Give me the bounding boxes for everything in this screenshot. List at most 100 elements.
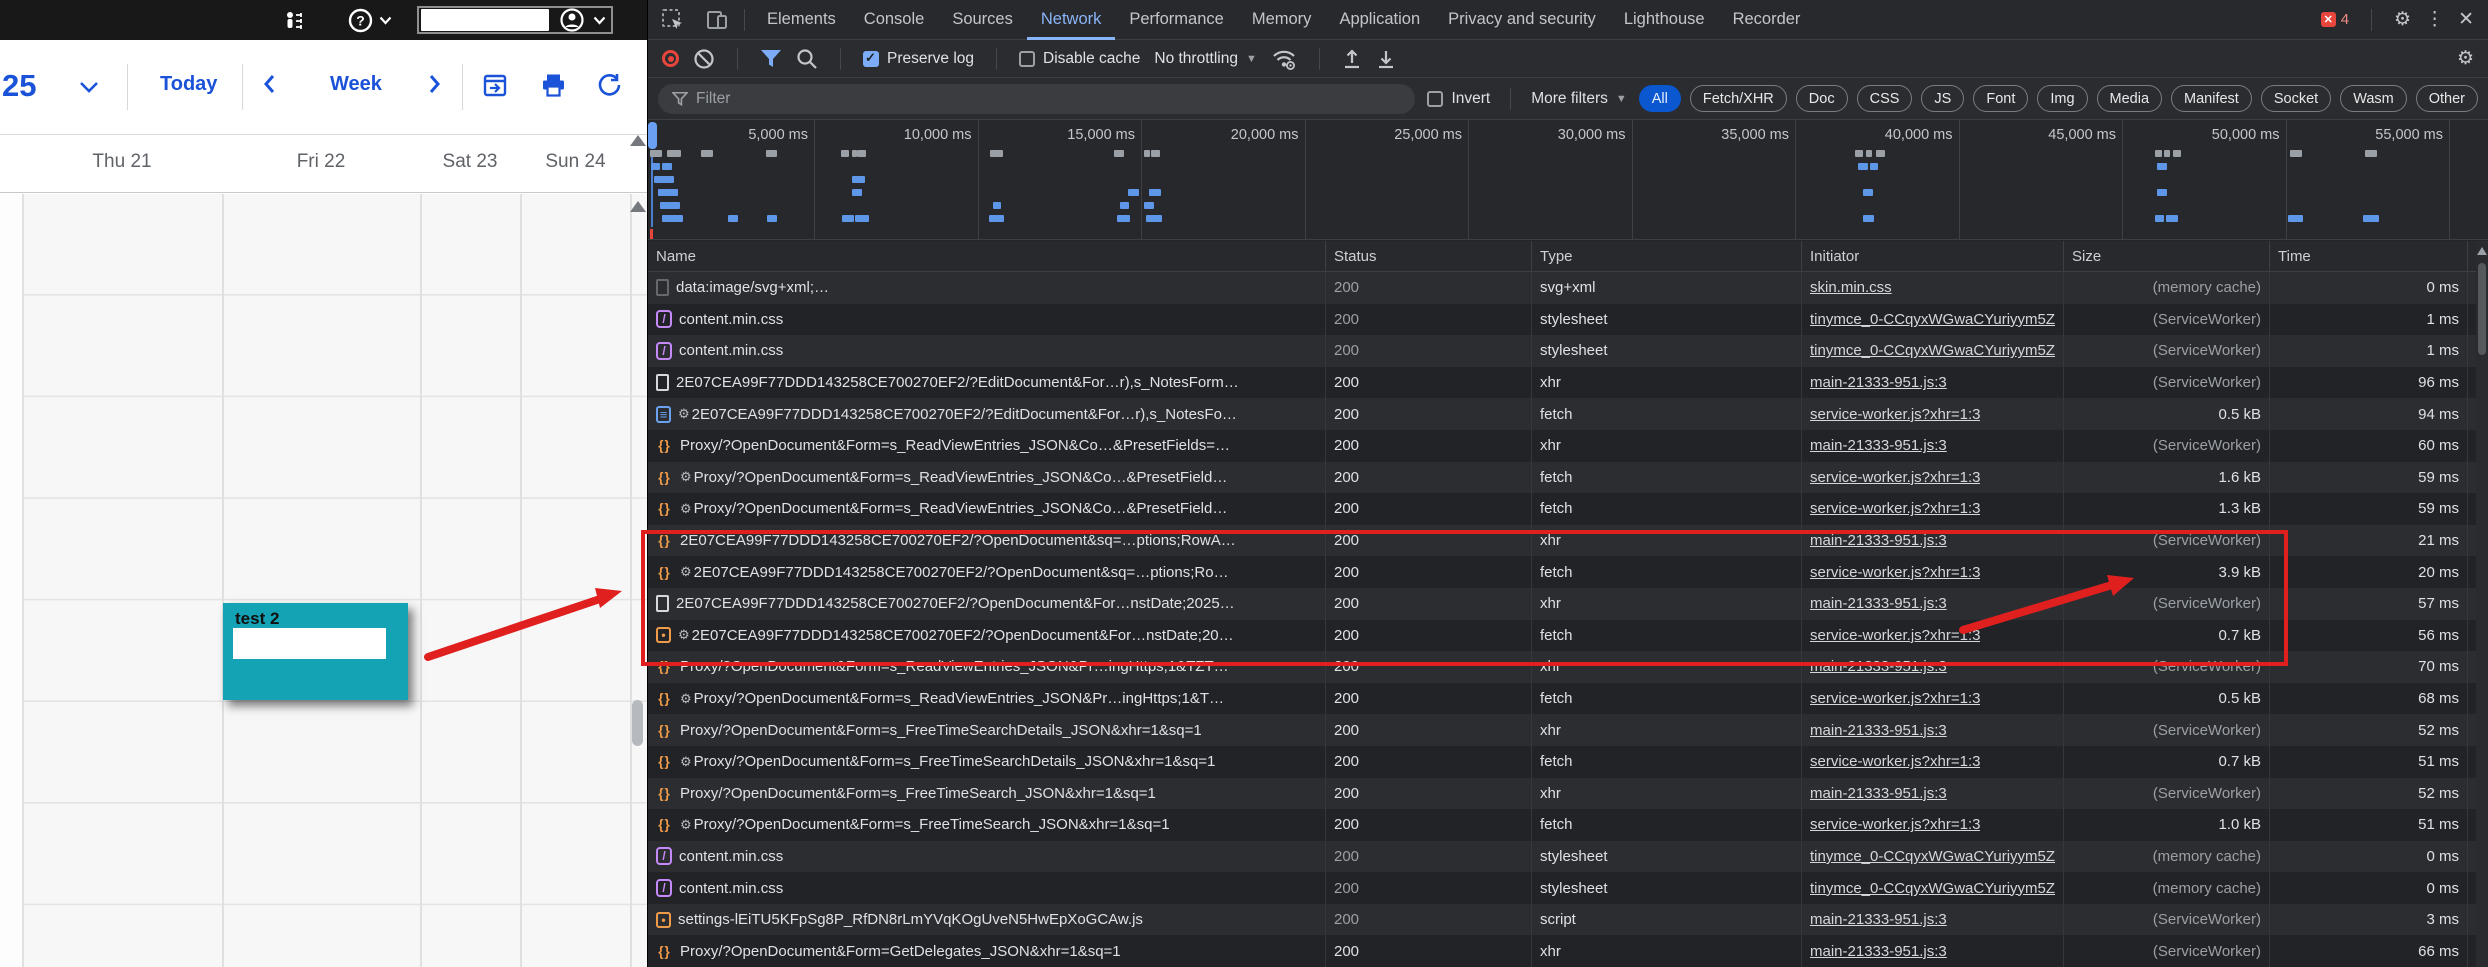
filter-icon[interactable]: [760, 49, 782, 69]
table-row[interactable]: ⚙Proxy/?OpenDocument&Form=s_FreeTimeSear…: [648, 714, 2488, 746]
initiator-link[interactable]: skin.min.css: [1810, 279, 1892, 296]
table-row[interactable]: ⚙Proxy/?OpenDocument&Form=s_FreeTimeSear…: [648, 777, 2488, 810]
table-row[interactable]: ⚙content.min.css 200 stylesheet tinymce_…: [648, 872, 2488, 904]
initiator-link[interactable]: main-21333-951.js:3: [1810, 658, 1947, 675]
initiator-link[interactable]: service-worker.js?xhr=1:3: [1810, 627, 1980, 644]
initiator-link[interactable]: service-worker.js?xhr=1:3: [1810, 690, 1980, 707]
initiator-link[interactable]: tinymce_0-CCqyxWGwaCYuriyym5ZdZi0G: [1810, 342, 2055, 359]
devtools-tab[interactable]: Privacy and security: [1434, 0, 1610, 40]
help-menu[interactable]: ?: [348, 8, 392, 33]
calendar-scroll-up-arrow[interactable]: [630, 135, 646, 146]
account-widget[interactable]: [417, 6, 613, 34]
filter-chip[interactable]: Fetch/XHR: [1689, 85, 1787, 112]
table-scrollbar[interactable]: [2476, 241, 2488, 967]
devtools-tab[interactable]: Lighthouse: [1610, 0, 1719, 40]
disable-cache-checkbox[interactable]: Disable cache: [1019, 50, 1140, 68]
year-label[interactable]: 25: [2, 68, 36, 104]
calendar-scroll-up-arrow[interactable]: [630, 201, 646, 212]
inspect-element-icon[interactable]: [660, 7, 686, 33]
filter-chip[interactable]: Img: [2037, 85, 2088, 112]
refresh-icon[interactable]: [596, 72, 623, 99]
invert-checkbox[interactable]: Invert: [1427, 90, 1490, 108]
export-har-icon[interactable]: [1376, 48, 1396, 70]
more-filters-dropdown[interactable]: More filters ▼: [1531, 90, 1627, 108]
column-header[interactable]: Status: [1326, 241, 1532, 271]
device-toolbar-icon[interactable]: [704, 7, 730, 33]
initiator-link[interactable]: main-21333-951.js:3: [1810, 943, 1947, 960]
filter-chip[interactable]: CSS: [1856, 85, 1913, 112]
initiator-link[interactable]: service-worker.js?xhr=1:3: [1810, 753, 1980, 770]
event-title-input[interactable]: [233, 628, 386, 659]
table-row[interactable]: ⚙2E07CEA99F77DDD143258CE700270EF2/?OpenD…: [648, 587, 2488, 620]
initiator-link[interactable]: main-21333-951.js:3: [1810, 911, 1947, 928]
table-row[interactable]: ⚙2E07CEA99F77DDD143258CE700270EF2/?OpenD…: [648, 619, 2488, 652]
overview-selection-handle[interactable]: [648, 122, 657, 149]
org-chart-icon[interactable]: [283, 9, 307, 33]
devtools-tab[interactable]: Network: [1027, 0, 1116, 40]
table-row[interactable]: ⚙Proxy/?OpenDocument&Form=GetDelegates_J…: [648, 935, 2488, 967]
filter-chip[interactable]: All: [1638, 85, 1681, 112]
initiator-link[interactable]: main-21333-951.js:3: [1810, 532, 1947, 549]
initiator-link[interactable]: tinymce_0-CCqyxWGwaCYuriyym5ZdZi0G: [1810, 311, 2055, 328]
initiator-link[interactable]: service-worker.js?xhr=1:3: [1810, 406, 1980, 423]
table-row[interactable]: ⚙Proxy/?OpenDocument&Form=s_FreeTimeSear…: [648, 809, 2488, 841]
column-header[interactable]: Time: [2270, 241, 2468, 271]
table-row[interactable]: ⚙Proxy/?OpenDocument&Form=s_ReadViewEntr…: [648, 682, 2488, 715]
filter-input[interactable]: Filter: [658, 83, 1416, 114]
scrollbar-thumb[interactable]: [2478, 263, 2486, 355]
settings-gear-icon[interactable]: ⚙: [2394, 8, 2411, 31]
table-row[interactable]: ⚙2E07CEA99F77DDD143258CE700270EF2/?OpenD…: [648, 524, 2488, 557]
column-header[interactable]: Name: [648, 241, 1326, 271]
view-selector[interactable]: Week: [330, 73, 382, 96]
column-header[interactable]: Type: [1532, 241, 1802, 271]
calendar-scrollbar-thumb[interactable]: [632, 700, 643, 746]
today-button[interactable]: Today: [160, 73, 217, 96]
table-row[interactable]: ⚙settings-lEiTU5KFpSg8P_RfDN8rLmYVqKOgUv…: [648, 903, 2488, 936]
network-settings-gear-icon[interactable]: ⚙: [2457, 47, 2474, 70]
devtools-tab[interactable]: Sources: [938, 0, 1027, 40]
clear-network-log-icon[interactable]: [693, 48, 715, 70]
filter-chip[interactable]: Font: [1973, 85, 2029, 112]
day-header[interactable]: Sun 24: [520, 151, 631, 173]
table-row[interactable]: ⚙Proxy/?OpenDocument&Form=s_ReadViewEntr…: [648, 461, 2488, 494]
filter-chip[interactable]: Socket: [2260, 85, 2332, 112]
filter-chip[interactable]: Doc: [1795, 85, 1848, 112]
more-options-icon[interactable]: ⋮: [2425, 8, 2444, 31]
issues-badge[interactable]: ✕ 4: [2320, 11, 2349, 28]
initiator-link[interactable]: main-21333-951.js:3: [1810, 374, 1947, 391]
table-row[interactable]: ⚙content.min.css 200 stylesheet tinymce_…: [648, 840, 2488, 873]
day-header[interactable]: Thu 21: [22, 151, 222, 173]
devtools-tab[interactable]: Console: [850, 0, 939, 40]
filter-chip[interactable]: Other: [2415, 85, 2478, 112]
initiator-link[interactable]: main-21333-951.js:3: [1810, 595, 1947, 612]
filter-chip[interactable]: Manifest: [2171, 85, 2252, 112]
table-row[interactable]: ⚙Proxy/?OpenDocument&Form=s_ReadViewEntr…: [648, 493, 2488, 525]
account-search-input[interactable]: [421, 9, 549, 31]
table-row[interactable]: ⚙2E07CEA99F77DDD143258CE700270EF2/?OpenD…: [648, 556, 2488, 588]
column-header[interactable]: Initiator: [1802, 241, 2064, 271]
search-icon[interactable]: [796, 48, 818, 70]
print-icon[interactable]: [540, 72, 567, 99]
throttling-dropdown[interactable]: No throttling ▼: [1154, 50, 1256, 68]
calendar-grid[interactable]: test 2: [0, 194, 647, 967]
prev-week-icon[interactable]: [262, 73, 276, 95]
day-header[interactable]: Fri 22: [222, 151, 420, 173]
initiator-link[interactable]: service-worker.js?xhr=1:3: [1810, 816, 1980, 833]
day-header[interactable]: Sat 23: [420, 151, 520, 173]
devtools-tab[interactable]: Performance: [1115, 0, 1237, 40]
table-row[interactable]: ⚙2E07CEA99F77DDD143258CE700270EF2/?EditD…: [648, 398, 2488, 430]
network-conditions-icon[interactable]: [1271, 47, 1297, 71]
filter-chip[interactable]: Media: [2096, 85, 2163, 112]
initiator-link[interactable]: tinymce_0-CCqyxWGwaCYuriyym5ZdZi0G: [1810, 848, 2055, 865]
devtools-tab[interactable]: Recorder: [1719, 0, 1815, 40]
table-row[interactable]: ⚙Proxy/?OpenDocument&Form=s_ReadViewEntr…: [648, 429, 2488, 462]
table-row[interactable]: ⚙2E07CEA99F77DDD143258CE700270EF2/?EditD…: [648, 366, 2488, 399]
scroll-up-arrow-icon[interactable]: [2477, 247, 2487, 255]
table-row[interactable]: ⚙Proxy/?OpenDocument&Form=s_ReadViewEntr…: [648, 651, 2488, 683]
initiator-link[interactable]: service-worker.js?xhr=1:3: [1810, 469, 1980, 486]
overview-grid[interactable]: 5,000 ms 10,000 ms 15,000 ms 20,000 ms 25,00…: [648, 120, 2488, 240]
table-row[interactable]: ⚙Proxy/?OpenDocument&Form=s_FreeTimeSear…: [648, 745, 2488, 778]
calendar-event[interactable]: test 2: [223, 603, 408, 700]
next-week-icon[interactable]: [428, 73, 442, 95]
initiator-link[interactable]: main-21333-951.js:3: [1810, 785, 1947, 802]
